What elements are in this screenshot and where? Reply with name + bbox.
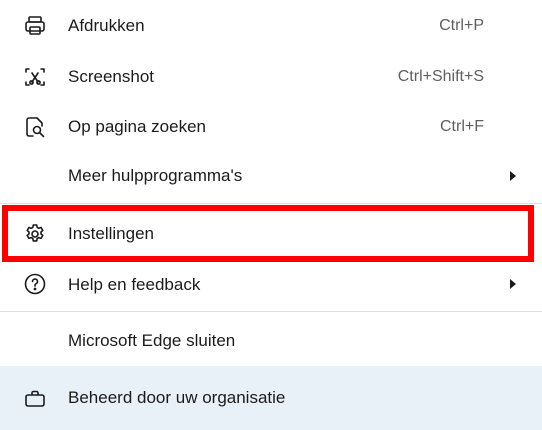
menu-item-label: Afdrukken (68, 16, 145, 35)
briefcase-icon (22, 386, 48, 412)
menu-item-more-tools[interactable]: Meer hulpprogramma's (0, 152, 542, 200)
divider (0, 203, 542, 204)
menu-item-screenshot[interactable]: Screenshot Ctrl+Shift+S (0, 52, 542, 102)
menu-item-close-edge[interactable]: Microsoft Edge sluiten (0, 316, 542, 366)
shortcut-text: Ctrl+P (439, 17, 484, 34)
menu-item-print[interactable]: Afdrukken Ctrl+P (0, 0, 542, 52)
menu-item-settings[interactable]: Instellingen (0, 208, 542, 260)
shortcut-text: Ctrl+F (440, 118, 484, 135)
screenshot-icon (22, 64, 48, 90)
menu-item-help-feedback[interactable]: Help en feedback (0, 260, 542, 308)
menu-item-label: Instellingen (68, 224, 155, 243)
menu-item-find-on-page[interactable]: Op pagina zoeken Ctrl+F (0, 102, 542, 152)
question-circle-icon (22, 271, 48, 297)
menu-item-label: Help en feedback (68, 275, 201, 294)
divider (0, 311, 542, 312)
printer-icon (22, 13, 48, 39)
gear-icon (22, 221, 48, 247)
chevron-right-icon (508, 277, 518, 291)
menu-item-label: Microsoft Edge sluiten (68, 331, 236, 350)
chevron-right-icon (508, 169, 518, 183)
managed-label: Beheerd door uw organisatie (68, 388, 286, 407)
shortcut-text: Ctrl+Shift+S (397, 68, 484, 85)
find-on-page-icon (22, 114, 48, 140)
menu-item-label: Meer hulpprogramma's (68, 166, 243, 185)
menu-item-label: Op pagina zoeken (68, 117, 206, 136)
browser-settings-menu: Afdrukken Ctrl+P Screenshot Ctrl+Shift+S… (0, 0, 542, 430)
menu-item-label: Screenshot (68, 67, 154, 86)
managed-by-organization[interactable]: Beheerd door uw organisatie (0, 366, 542, 430)
